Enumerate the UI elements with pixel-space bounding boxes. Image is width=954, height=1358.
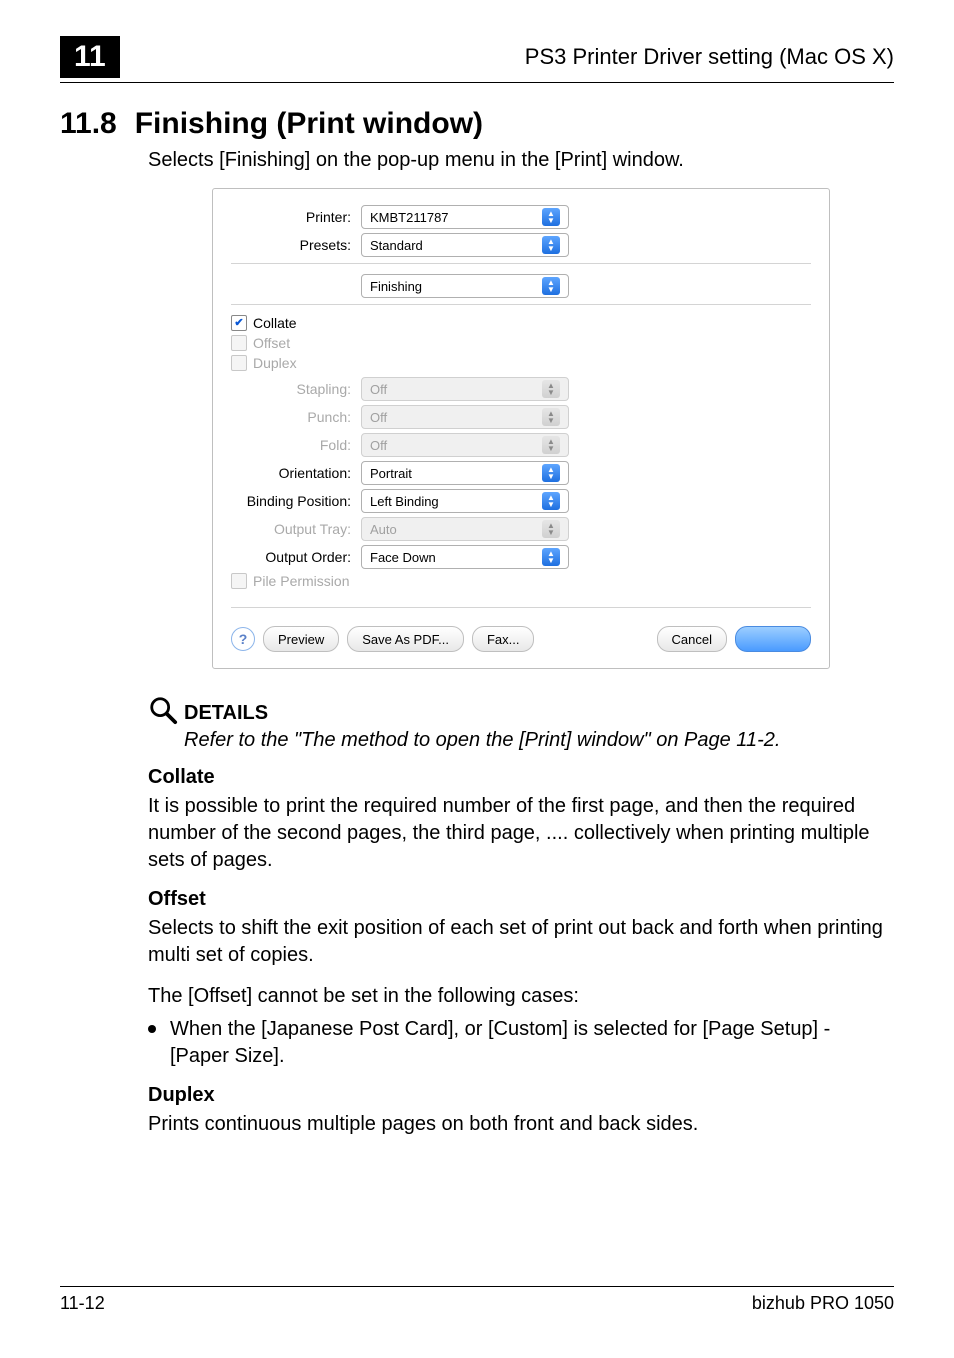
fold-select[interactable]: Off ▲▼ <box>361 433 569 457</box>
section-title: Finishing (Print window) <box>135 107 483 141</box>
collate-body: It is possible to print the required num… <box>148 793 894 874</box>
section-intro: Selects [Finishing] on the pop-up menu i… <box>148 147 894 174</box>
outtray-value: Auto <box>370 522 397 537</box>
details-label: DETAILS <box>184 702 268 725</box>
offset-body-2: The [Offset] cannot be set in the follow… <box>148 983 894 1010</box>
dialog-divider <box>231 263 811 264</box>
outtray-label: Output Tray: <box>231 521 361 537</box>
offset-check-label: Offset <box>253 335 290 351</box>
bullet-icon <box>148 1025 156 1033</box>
checkbox-checked-icon: ✔ <box>231 315 247 331</box>
help-button[interactable]: ? <box>231 627 255 651</box>
updown-icon: ▲▼ <box>542 208 560 226</box>
outorder-select[interactable]: Face Down ▲▼ <box>361 545 569 569</box>
punch-select[interactable]: Off ▲▼ <box>361 405 569 429</box>
presets-value: Standard <box>370 238 423 253</box>
offset-heading: Offset <box>148 888 894 911</box>
orientation-label: Orientation: <box>231 465 361 481</box>
checkbox-icon <box>231 573 247 589</box>
updown-icon: ▲▼ <box>542 464 560 482</box>
duplex-heading: Duplex <box>148 1084 894 1107</box>
updown-icon: ▲▼ <box>542 520 560 538</box>
printer-select[interactable]: KMBT211787 ▲▼ <box>361 205 569 229</box>
binding-label: Binding Position: <box>231 493 361 509</box>
updown-icon: ▲▼ <box>542 380 560 398</box>
cancel-button[interactable]: Cancel <box>657 626 727 652</box>
printer-label: Printer: <box>231 209 361 225</box>
details-heading: DETAILS <box>148 695 894 725</box>
fax-button[interactable]: Fax... <box>472 626 535 652</box>
print-button[interactable] <box>735 626 811 652</box>
offset-bullet-text: When the [Japanese Post Card], or [Custo… <box>170 1016 894 1070</box>
footer-page-number: 11-12 <box>60 1293 105 1314</box>
panel-value: Finishing <box>370 279 422 294</box>
section-heading: 11.8 Finishing (Print window) <box>60 107 894 141</box>
punch-value: Off <box>370 410 387 425</box>
dialog-divider <box>231 607 811 608</box>
offset-bullet: When the [Japanese Post Card], or [Custo… <box>148 1016 894 1070</box>
collate-heading: Collate <box>148 766 894 789</box>
presets-select[interactable]: Standard ▲▼ <box>361 233 569 257</box>
preview-button[interactable]: Preview <box>263 626 339 652</box>
pile-permission-checkbox[interactable]: Pile Permission <box>231 573 811 589</box>
offset-body-1: Selects to shift the exit position of ea… <box>148 915 894 969</box>
duplex-body: Prints continuous multiple pages on both… <box>148 1111 894 1138</box>
updown-icon: ▲▼ <box>542 548 560 566</box>
outorder-value: Face Down <box>370 550 436 565</box>
dialog-divider <box>231 304 811 305</box>
binding-value: Left Binding <box>370 494 439 509</box>
orientation-select[interactable]: Portrait ▲▼ <box>361 461 569 485</box>
orientation-value: Portrait <box>370 466 412 481</box>
page-footer: 11-12 bizhub PRO 1050 <box>60 1286 894 1314</box>
stapling-select[interactable]: Off ▲▼ <box>361 377 569 401</box>
footer-product: bizhub PRO 1050 <box>752 1293 894 1314</box>
panel-select[interactable]: Finishing ▲▼ <box>361 274 569 298</box>
section-number: 11.8 <box>60 107 117 141</box>
collate-checkbox[interactable]: ✔ Collate <box>231 315 811 331</box>
updown-icon: ▲▼ <box>542 408 560 426</box>
binding-select[interactable]: Left Binding ▲▼ <box>361 489 569 513</box>
stapling-label: Stapling: <box>231 381 361 397</box>
header-title: PS3 Printer Driver setting (Mac OS X) <box>525 44 894 70</box>
outorder-label: Output Order: <box>231 549 361 565</box>
updown-icon: ▲▼ <box>542 492 560 510</box>
details-reference: Refer to the "The method to open the [Pr… <box>184 729 894 752</box>
outtray-select[interactable]: Auto ▲▼ <box>361 517 569 541</box>
printer-value: KMBT211787 <box>370 210 449 225</box>
collate-check-label: Collate <box>253 315 297 331</box>
fold-value: Off <box>370 438 387 453</box>
duplex-check-label: Duplex <box>253 355 297 371</box>
presets-label: Presets: <box>231 237 361 253</box>
print-dialog: Printer: KMBT211787 ▲▼ Presets: Standard… <box>212 188 830 669</box>
fold-label: Fold: <box>231 437 361 453</box>
chapter-badge: 11 <box>60 36 120 78</box>
offset-checkbox[interactable]: Offset <box>231 335 811 351</box>
pile-permission-label: Pile Permission <box>253 573 349 589</box>
save-as-pdf-button[interactable]: Save As PDF... <box>347 626 464 652</box>
page-header: 11 PS3 Printer Driver setting (Mac OS X) <box>60 36 894 83</box>
duplex-checkbox[interactable]: Duplex <box>231 355 811 371</box>
updown-icon: ▲▼ <box>542 277 560 295</box>
checkbox-icon <box>231 335 247 351</box>
stapling-value: Off <box>370 382 387 397</box>
magnifier-icon <box>148 695 178 725</box>
checkbox-icon <box>231 355 247 371</box>
updown-icon: ▲▼ <box>542 236 560 254</box>
updown-icon: ▲▼ <box>542 436 560 454</box>
punch-label: Punch: <box>231 409 361 425</box>
